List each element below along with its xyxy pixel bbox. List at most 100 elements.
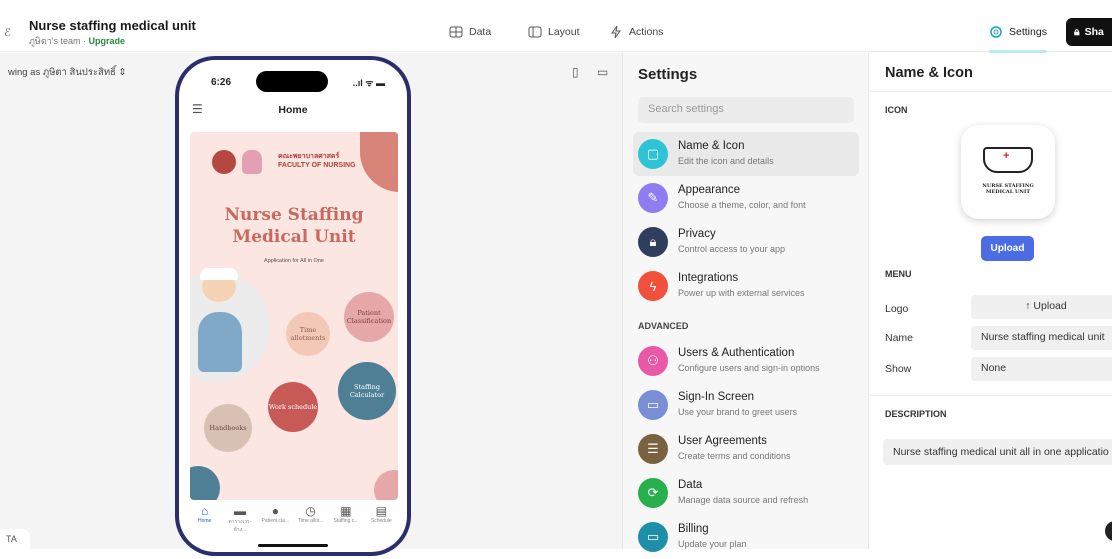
- settings-item-label: Data: [678, 479, 703, 491]
- name-label: Name: [885, 332, 914, 344]
- settings-item-sign-in[interactable]: ▭ Sign-In Screen Use your brand to greet…: [633, 383, 859, 427]
- settings-item-desc: Create terms and conditions: [678, 451, 791, 461]
- tab-shift-table[interactable]: ▬ ตารางเวร-ห้าง...: [224, 504, 256, 534]
- status-time: 6:26: [211, 77, 232, 88]
- name-icon-icon: ▢: [638, 139, 668, 169]
- gear-icon: [990, 26, 1002, 38]
- poster-corner-shape: [360, 132, 398, 192]
- settings-item-name-icon[interactable]: ▢ Name & Icon Edit the icon and details: [633, 132, 859, 176]
- upgrade-link[interactable]: Upgrade: [89, 36, 126, 46]
- status-icons: ..ıl ᯤ ▬: [352, 78, 385, 88]
- tab-time[interactable]: ◷ Time allot...: [295, 504, 327, 534]
- lightning-icon: [611, 25, 621, 39]
- settings-item-desc: Power up with external services: [678, 288, 805, 298]
- settings-item-billing[interactable]: ▭ Billing Update your plan: [633, 515, 859, 559]
- description-field[interactable]: Nurse staffing medical unit all in one a…: [883, 439, 1112, 465]
- settings-item-desc: Manage data source and refresh: [678, 495, 809, 505]
- name-icon-detail-panel: Name & Icon ICON + NURSE STAFFING MEDICA…: [868, 53, 1112, 549]
- nurse-illustration: [198, 312, 242, 372]
- search-settings-input[interactable]: Search settings: [638, 97, 854, 123]
- settings-item-label: Privacy: [678, 228, 716, 240]
- nav-data-label: Data: [469, 26, 492, 38]
- nav-data[interactable]: Data: [449, 25, 491, 39]
- refresh-icon: ⟳: [638, 478, 668, 508]
- upload-icon-button[interactable]: Upload: [981, 236, 1034, 261]
- tab-patient[interactable]: ● Patient cla...: [259, 504, 291, 534]
- settings-item-appearance[interactable]: ✎ Appearance Choose a theme, color, and …: [633, 176, 859, 220]
- credit-card-icon: ▭: [638, 522, 668, 552]
- red-cross-icon: +: [1003, 150, 1010, 162]
- share-button-label: Sha: [1084, 26, 1104, 38]
- app-icon[interactable]: ℰ: [4, 26, 20, 42]
- tab-shift-label: ตารางเวร-ห้าง...: [228, 519, 252, 533]
- phone-device-icon[interactable]: ▯: [572, 65, 579, 79]
- settings-item-label: Billing: [678, 523, 709, 535]
- nav-actions-label: Actions: [629, 26, 664, 38]
- settings-item-desc: Choose a theme, color, and font: [678, 200, 806, 210]
- settings-item-label: Name & Icon: [678, 140, 745, 152]
- tab-home[interactable]: ⌂ Home: [189, 504, 221, 534]
- data-icon: [449, 26, 463, 38]
- dynamic-island: [256, 71, 328, 92]
- advanced-section-label: ADVANCED: [638, 321, 689, 331]
- nurse-cap-icon: +: [983, 147, 1033, 173]
- layout-icon: [528, 26, 542, 38]
- viewing-as-selector[interactable]: wing as ภูษิตา สินประสิทธิ์ ⇕: [8, 65, 127, 80]
- lock-icon: 🔒︎: [1074, 25, 1080, 38]
- settings-item-label: Users & Authentication: [678, 347, 795, 359]
- divider: [869, 91, 1112, 92]
- home-indicator: [258, 544, 328, 547]
- viewing-as-label: wing as ภูษิตา สินประสิทธิ์: [8, 67, 116, 78]
- tab-schedule-label: Schedule: [370, 518, 392, 524]
- settings-item-privacy[interactable]: 🔒︎ Privacy Control access to your app: [633, 220, 859, 264]
- brush-icon: ✎: [638, 183, 668, 213]
- poster-bottom-circle: [190, 466, 220, 500]
- nav-layout-label: Layout: [548, 26, 580, 38]
- settings-item-data[interactable]: ⟳ Data Manage data source and refresh: [633, 471, 859, 515]
- home-poster-image: คณะพยาบาลศาสตร์ FACULTY OF NURSING Nurse…: [190, 132, 398, 500]
- settings-item-desc: Use your brand to greet users: [678, 407, 798, 417]
- tab-staffing[interactable]: ▦ Staffing c...: [330, 504, 362, 534]
- faculty-name: คณะพยาบาลศาสตร์ FACULTY OF NURSING: [278, 153, 356, 169]
- app-title[interactable]: Nurse staffing medical unit: [29, 18, 196, 33]
- settings-panel: Settings Search settings ▢ Name & Icon E…: [622, 53, 868, 552]
- nav-actions[interactable]: Actions: [609, 25, 663, 39]
- app-icon-text: NURSE STAFFING MEDICAL UNIT: [982, 183, 1034, 195]
- poster-title-line2: Medical Unit: [232, 227, 356, 247]
- corner-badge[interactable]: TA: [0, 529, 30, 549]
- settings-item-users-auth[interactable]: ⚇ Users & Authentication Configure users…: [633, 339, 859, 383]
- help-button[interactable]: [1105, 521, 1112, 541]
- preview-canvas: wing as ภูษิตา สินประสิทธิ์ ⇕ ▯ ▭ TA 6:2…: [0, 53, 622, 556]
- bubble-handbooks: Handbooks: [204, 404, 252, 452]
- logo-label: Logo: [885, 303, 909, 315]
- logo-upload-button[interactable]: ↑ Upload: [971, 295, 1112, 319]
- poster-title: Nurse Staffing Medical Unit: [190, 204, 398, 248]
- bubble-time: Time allotments: [286, 312, 330, 356]
- nav-layout[interactable]: Layout: [528, 25, 580, 39]
- bed-icon: ▬: [233, 504, 246, 518]
- share-button[interactable]: 🔒︎ Sha: [1066, 18, 1112, 46]
- clock-icon: ◷: [305, 504, 316, 518]
- settings-item-label: User Agreements: [678, 435, 767, 447]
- chevron-updown-icon: ⇕: [118, 67, 127, 78]
- team-line: ภูษิตา's team · Upgrade: [29, 34, 125, 48]
- settings-item-label: Sign-In Screen: [678, 391, 755, 403]
- calculator-icon: ▦: [340, 504, 352, 518]
- tab-schedule[interactable]: ▤ Schedule: [365, 504, 397, 534]
- top-bar: ℰ Nurse staffing medical unit ภูษิตา's t…: [0, 12, 1112, 53]
- description-section-label: DESCRIPTION: [885, 409, 947, 419]
- tab-time-label: Time allot...: [297, 518, 324, 524]
- settings-item-label: Appearance: [678, 184, 741, 196]
- settings-tab[interactable]: Settings: [989, 25, 1047, 53]
- app-icon-preview[interactable]: + NURSE STAFFING MEDICAL UNIT: [961, 125, 1055, 219]
- phone-screen: 6:26 ..ıl ᯤ ▬ ☰ Home คณะพยาบาลศาสตร์ FAC…: [179, 60, 407, 552]
- name-field[interactable]: Nurse staffing medical unit: [971, 326, 1112, 350]
- schedule-icon: ▤: [375, 504, 387, 518]
- poster-title-line1: Nurse Staffing: [224, 205, 364, 225]
- screen-title: Home: [278, 104, 308, 116]
- settings-item-agreements[interactable]: ☰ User Agreements Create terms and condi…: [633, 427, 859, 471]
- show-select[interactable]: None: [971, 357, 1112, 381]
- settings-item-integrations[interactable]: ϟ Integrations Power up with external se…: [633, 264, 859, 308]
- icon-section-label: ICON: [885, 105, 908, 115]
- tablet-device-icon[interactable]: ▭: [597, 65, 608, 79]
